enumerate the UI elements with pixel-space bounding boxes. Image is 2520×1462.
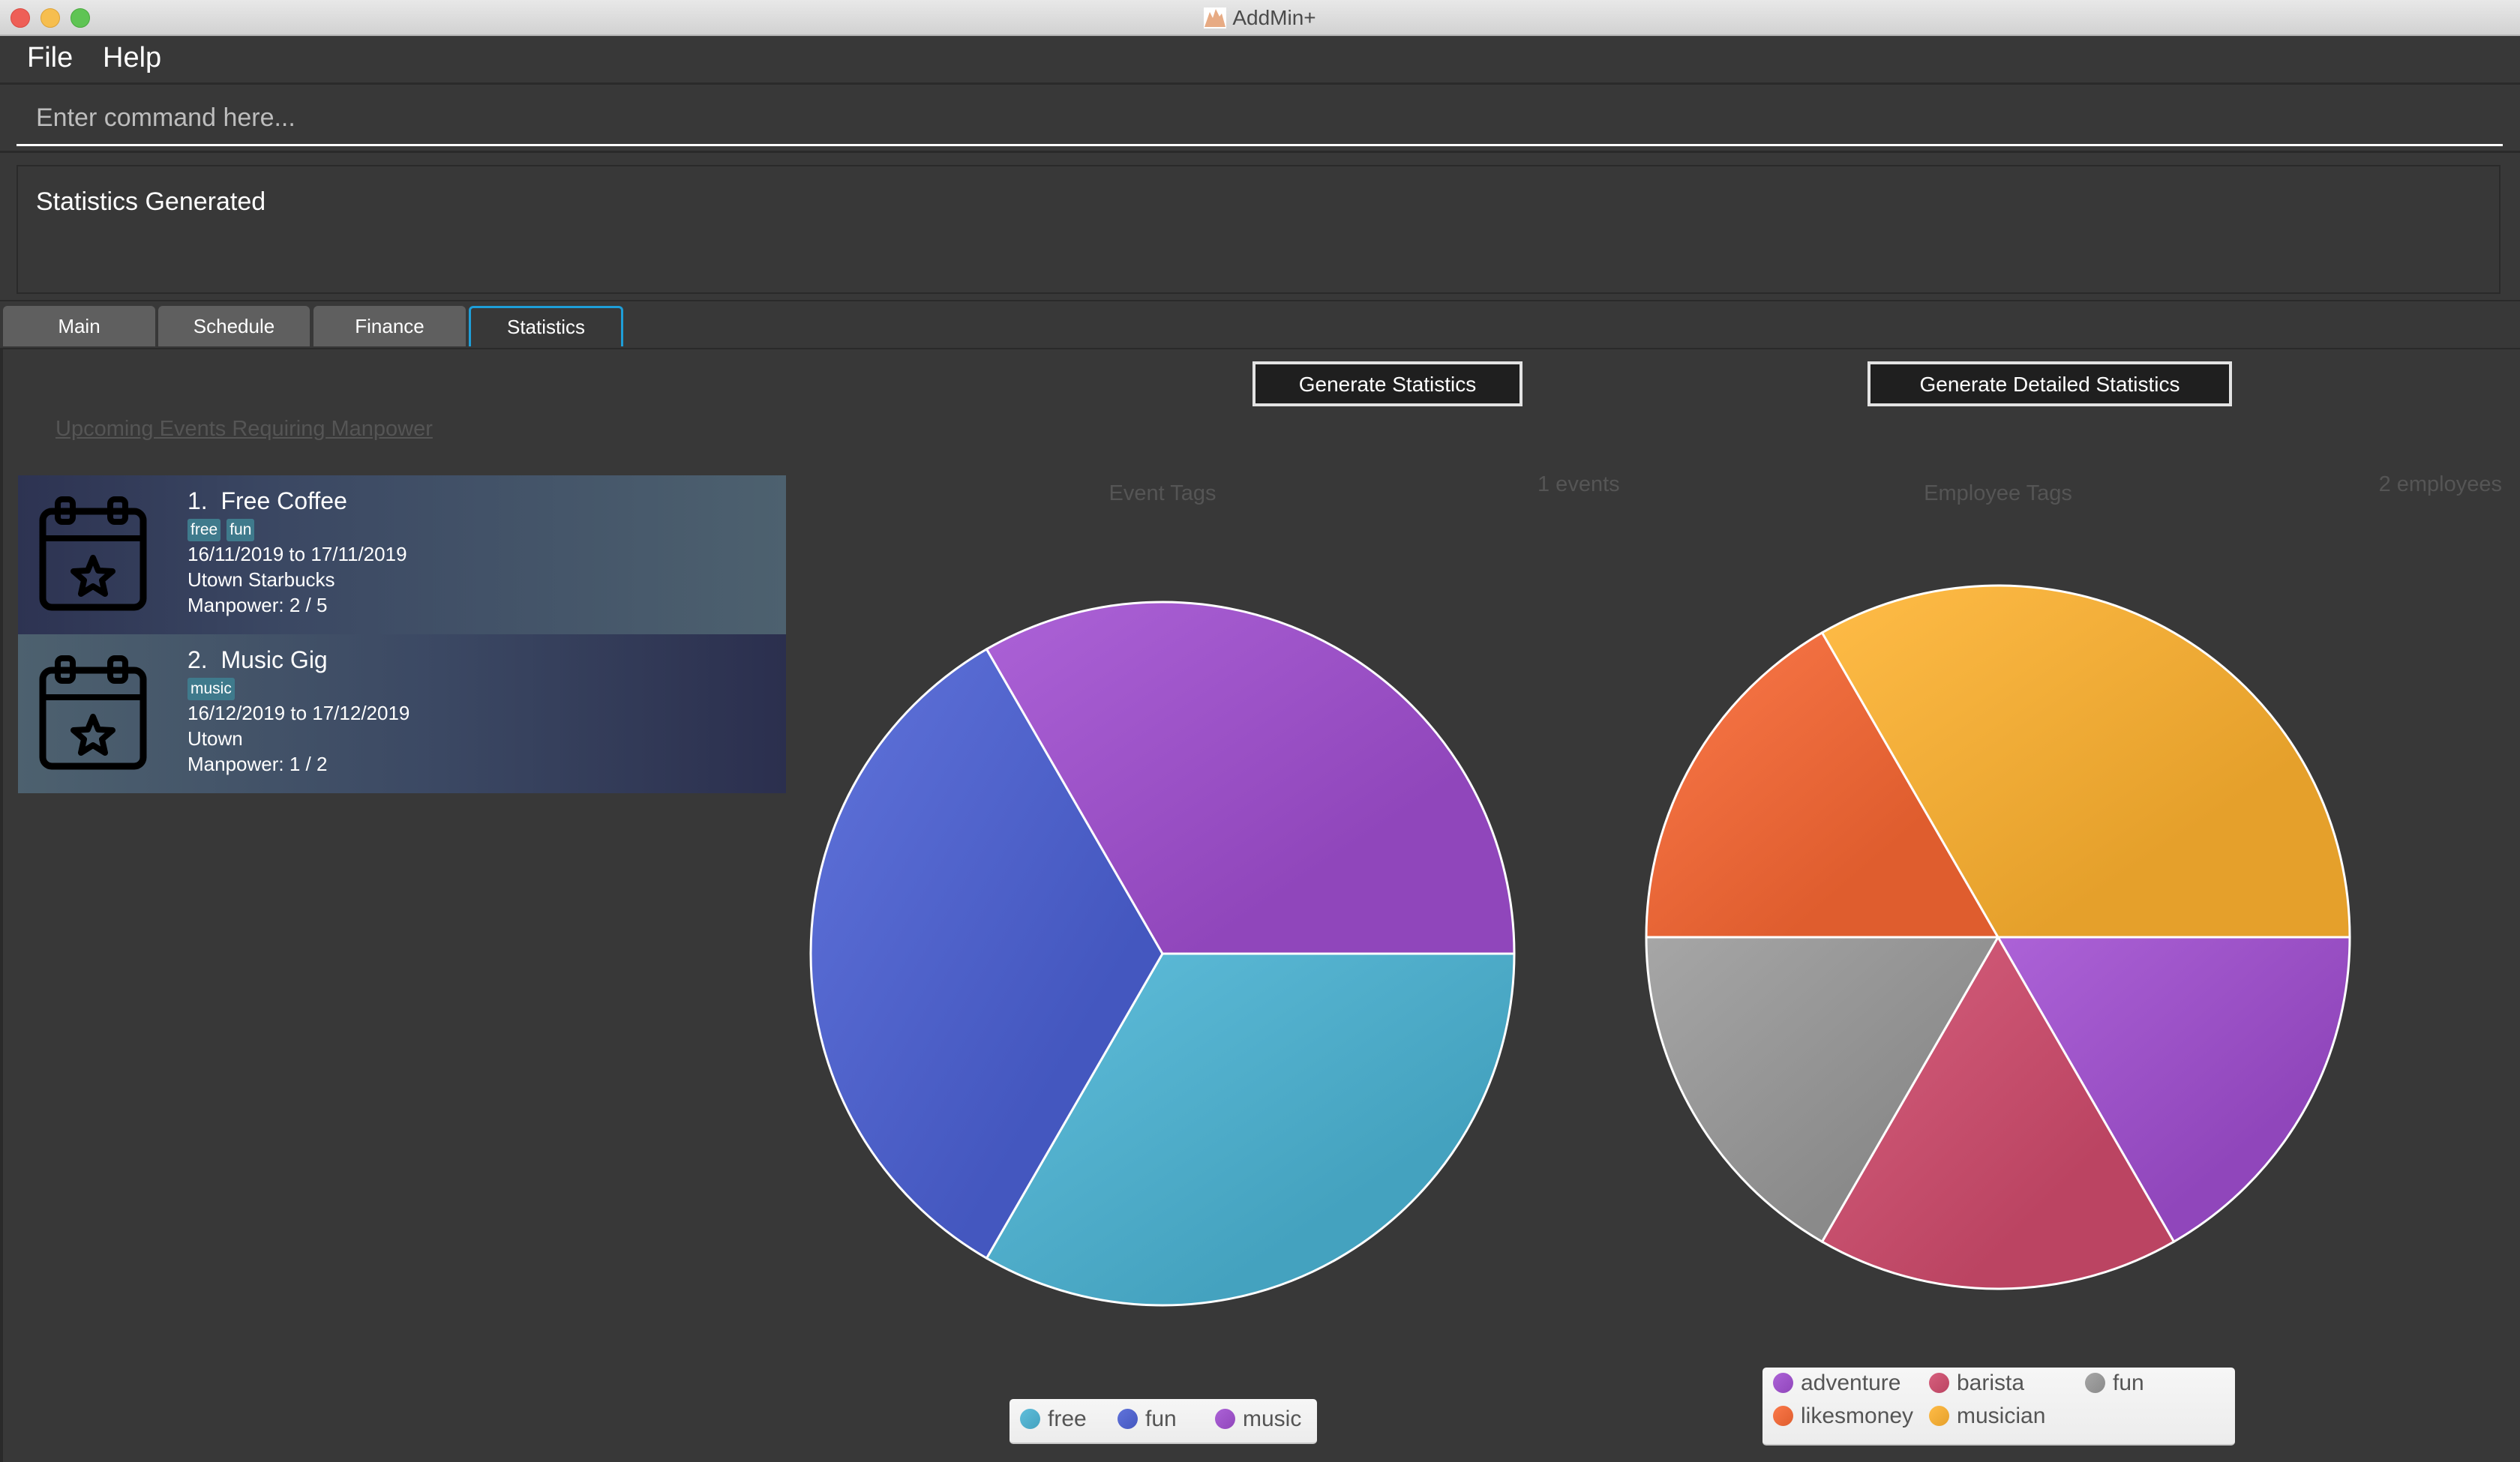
app-logo-icon <box>1204 7 1227 28</box>
legend-item-barista: barista <box>1929 1371 2024 1396</box>
legend-swatch <box>1118 1409 1138 1429</box>
menu-help[interactable]: Help <box>103 42 161 74</box>
event-tags-legend: free fun music <box>1010 1399 1317 1444</box>
legend-item-music: music <box>1215 1407 1301 1432</box>
legend-swatch <box>1215 1409 1235 1429</box>
menu-bar: File Help <box>0 36 2520 85</box>
result-display-panel: Statistics Generated <box>0 153 2520 301</box>
result-display: Statistics Generated <box>16 165 2500 294</box>
command-box <box>0 85 2520 154</box>
chart-annotation-employees: 2 employees <box>2378 472 2502 496</box>
tab-bar: Main Schedule Finance Statistics <box>0 301 2520 350</box>
legend-item-free: free <box>1020 1407 1087 1432</box>
chart-title-employee-tags: Employee Tags <box>1924 481 2072 505</box>
window-title-text: AddMin+ <box>1232 6 1316 29</box>
legend-label: fun <box>1145 1407 1177 1431</box>
legend-item-fun: fun <box>1118 1407 1177 1432</box>
legend-swatch <box>1773 1406 1793 1426</box>
legend-item-adventure: adventure <box>1773 1371 1900 1396</box>
legend-swatch <box>1929 1406 1949 1426</box>
result-message: Statistics Generated <box>36 187 266 216</box>
legend-swatch <box>2085 1373 2105 1393</box>
tab-schedule[interactable]: Schedule <box>158 306 310 346</box>
legend-label: free <box>1048 1407 1087 1431</box>
employee-tags-legend: adventure barista fun likesmoney musician <box>1762 1368 2235 1446</box>
command-input[interactable] <box>16 92 2503 146</box>
legend-swatch <box>1929 1373 1949 1393</box>
legend-item-musician: musician <box>1929 1404 2045 1429</box>
legend-label: musician <box>1957 1404 2046 1428</box>
event-tags-pie-chart <box>809 601 1516 1307</box>
legend-item-likesmoney: likesmoney <box>1773 1404 1913 1429</box>
legend-label: likesmoney <box>1801 1404 1914 1428</box>
window-title: AddMin+ <box>0 6 2520 30</box>
legend-label: music <box>1243 1407 1302 1431</box>
legend-label: barista <box>1957 1371 2025 1395</box>
tab-finance[interactable]: Finance <box>314 306 466 346</box>
legend-label: fun <box>2113 1371 2144 1395</box>
tab-main[interactable]: Main <box>3 306 155 346</box>
window-title-bar: AddMin+ <box>0 0 2520 36</box>
legend-item-fun: fun <box>2085 1371 2144 1396</box>
legend-swatch <box>1020 1409 1040 1429</box>
menu-file[interactable]: File <box>27 42 73 74</box>
statistics-panel: Generate Statistics Generate Detailed St… <box>0 349 2520 1462</box>
legend-label: adventure <box>1801 1371 1901 1395</box>
tab-statistics[interactable]: Statistics <box>469 306 623 346</box>
legend-swatch <box>1773 1373 1793 1393</box>
